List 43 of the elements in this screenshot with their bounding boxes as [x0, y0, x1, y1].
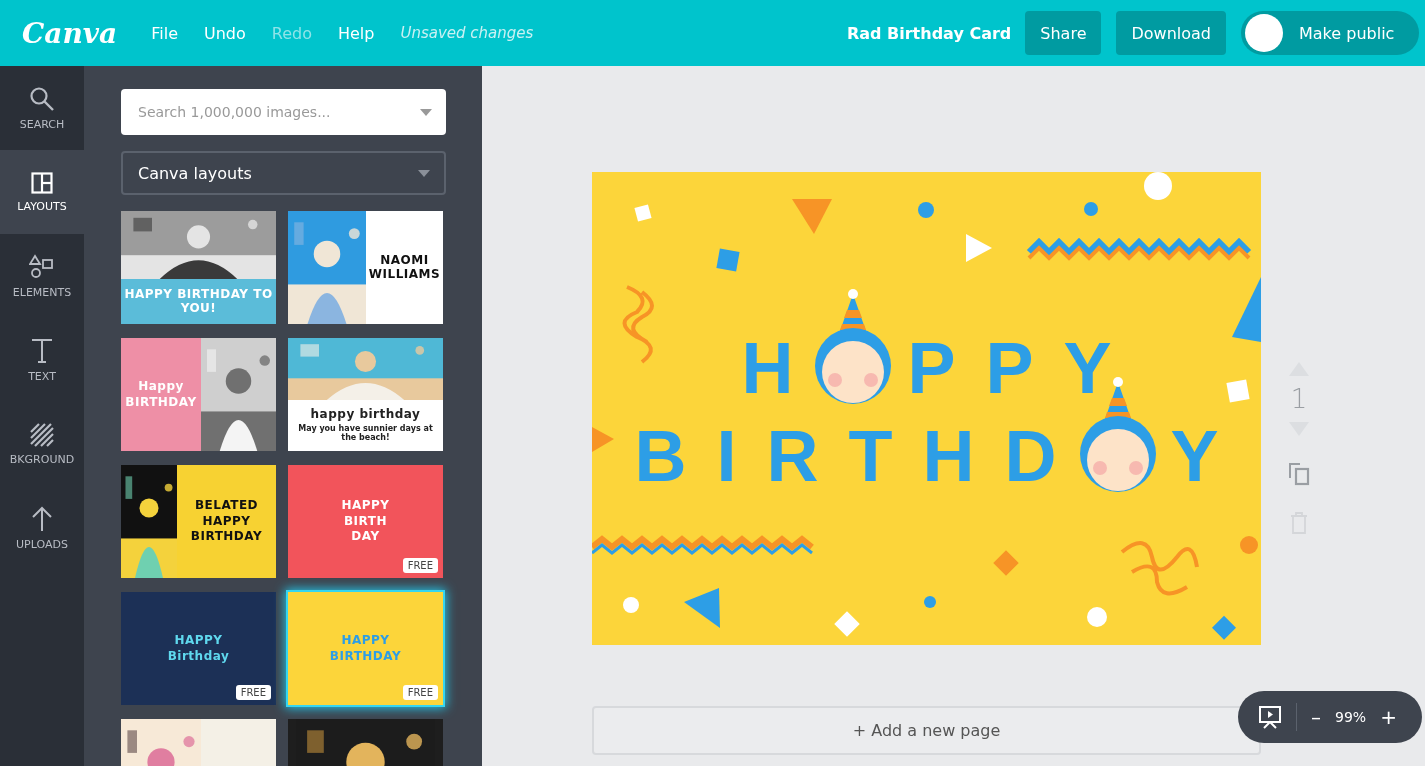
- template-text: HAPPY: [341, 633, 390, 648]
- template-text: Happy: [138, 379, 184, 394]
- template-text: May you have sunnier days at the beach!: [297, 424, 434, 443]
- layout-icon: [31, 171, 53, 194]
- presentation-icon[interactable]: [1258, 705, 1282, 729]
- zoom-level: 99%: [1335, 709, 1367, 725]
- free-tag: FREE: [235, 685, 271, 700]
- caret-icon: [420, 109, 432, 116]
- text-icon: [30, 337, 54, 364]
- template-text: happy birthday: [310, 408, 421, 423]
- zoom-in-button[interactable]: +: [1380, 705, 1397, 729]
- template-text: HAPPY: [202, 514, 251, 529]
- stripes-icon: [30, 422, 54, 447]
- template-text: BIRTHDAY: [329, 649, 402, 664]
- search-icon: [29, 85, 55, 112]
- shapes-icon: [29, 253, 55, 280]
- template-text: BIRTH: [343, 514, 387, 529]
- headline-text: BIRTHD: [634, 419, 1087, 492]
- copy-icon[interactable]: [1288, 462, 1310, 486]
- sidebar-tab[interactable]: LAYOUTS: [0, 150, 84, 234]
- caret-icon: [418, 169, 430, 177]
- template-text: HAPPY: [174, 633, 223, 648]
- headline-text: H: [741, 331, 824, 404]
- page-number: 1: [1290, 384, 1308, 414]
- headline-text: PPY: [907, 331, 1142, 404]
- template-text: Birthday: [167, 649, 230, 664]
- free-tag: FREE: [402, 558, 438, 573]
- free-tag: FREE: [402, 685, 438, 700]
- category-dropdown[interactable]: Canva layouts: [121, 151, 446, 195]
- template-text: BELATED: [194, 498, 259, 513]
- template-text: BIRTHDAY: [125, 395, 197, 410]
- template-text: HAPPY: [341, 498, 390, 513]
- layout-thumbnail[interactable]: HAPPY BIRTHDAY FREE: [288, 592, 443, 705]
- template-text: BIRTHDAY: [190, 530, 263, 545]
- template-text: NAOMI WILLIAMS: [368, 253, 441, 282]
- template-text: DAY: [351, 530, 380, 545]
- zoom-out-button[interactable]: –: [1311, 705, 1321, 729]
- template-text: HAPPY BIRTHDAY TO YOU!: [124, 287, 273, 316]
- search-field[interactable]: Search 1,000,000 images...: [121, 89, 446, 135]
- headline-text: Y: [1170, 419, 1249, 492]
- save-status: Unsaved changes: [400, 24, 534, 42]
- upload-arrow-icon: [31, 505, 53, 532]
- add-page-button[interactable]: + Add a new page: [592, 706, 1261, 755]
